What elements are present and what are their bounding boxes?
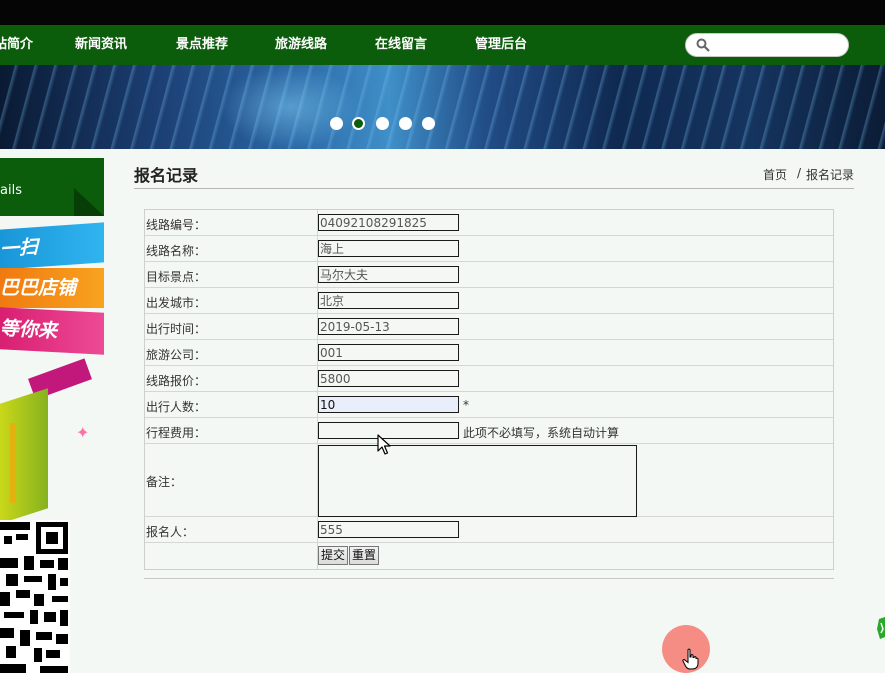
departure-city-label: 出发城市：: [146, 296, 207, 310]
search-icon[interactable]: [696, 38, 710, 52]
form-row-destination: 目标景点：: [145, 262, 833, 288]
breadcrumb-separator: /: [797, 166, 802, 180]
applicant-field[interactable]: [318, 521, 459, 538]
search-input[interactable]: [716, 36, 840, 54]
route-id-label: 线路编号：: [146, 218, 207, 232]
price-field[interactable]: [318, 370, 459, 387]
form-row-agency: 旅游公司：: [145, 340, 833, 366]
mouse-pointer-icon: [377, 434, 391, 455]
form-row-departure-city: 出发城市：: [145, 288, 833, 314]
route-name-label: 线路名称：: [146, 244, 207, 258]
form-row-travelers: 出行人数： *: [145, 392, 833, 418]
agency-field[interactable]: [318, 344, 459, 361]
sidebar-heading-fold: [74, 188, 104, 216]
sidebar-heading: ails: [0, 158, 104, 216]
travelers-label: 出行人数：: [146, 400, 207, 414]
page-title: 报名记录: [134, 166, 199, 185]
gift-box-icon: [0, 388, 48, 524]
nav-item-admin[interactable]: 管理后台: [475, 25, 527, 65]
form-row-applicant: 报名人：: [145, 517, 833, 543]
price-label: 线路报价：: [146, 374, 207, 388]
search-box[interactable]: [685, 33, 849, 57]
form-row-route-name: 线路名称：: [145, 236, 833, 262]
content-bottom-divider: [144, 578, 834, 579]
main-nav: 站简介 新闻资讯 景点推荐 旅游线路 在线留言 管理后台: [0, 25, 885, 65]
carousel-dot-2[interactable]: [352, 117, 365, 130]
cost-hint: 此项不必填写，系统自动计算: [463, 426, 620, 440]
breadcrumb-home[interactable]: 首页: [763, 166, 787, 183]
nav-item-attractions[interactable]: 景点推荐: [176, 25, 228, 65]
remark-textarea[interactable]: [318, 445, 637, 517]
form-row-route-id: 线路编号：: [145, 210, 833, 236]
travelers-field[interactable]: [318, 396, 459, 413]
destination-label: 目标景点：: [146, 270, 207, 284]
breadcrumb-current: 报名记录: [806, 168, 855, 182]
carousel-dot-4[interactable]: [399, 117, 412, 130]
banner-carousel: [0, 65, 885, 149]
form-row-travel-date: 出行时间：: [145, 314, 833, 340]
carousel-dot-1[interactable]: [330, 117, 343, 130]
banner-glow: [220, 65, 360, 149]
edge-widget-icon: [877, 617, 885, 639]
carousel-dot-5[interactable]: [422, 117, 435, 130]
registration-form: 线路编号： 线路名称： 目标景点： 出发城市： 出行时间： 旅游公司： 线路报价…: [144, 209, 834, 570]
travel-date-field[interactable]: [318, 318, 459, 335]
hand-pointer-icon: [682, 648, 699, 670]
promo-line-3: 等你来: [0, 307, 104, 355]
form-row-cost: 行程费用： 此项不必填写，系统自动计算: [145, 418, 833, 444]
nav-item-routes[interactable]: 旅游线路: [275, 25, 327, 65]
departure-city-field[interactable]: [318, 292, 459, 309]
agency-label: 旅游公司：: [146, 348, 207, 362]
applicant-label: 报名人：: [146, 525, 195, 539]
nav-item-news[interactable]: 新闻资讯: [75, 25, 127, 65]
route-name-field[interactable]: [318, 240, 459, 257]
gift-stripe: [10, 423, 16, 503]
travel-date-label: 出行时间：: [146, 322, 207, 336]
submit-button[interactable]: 提交: [318, 546, 349, 565]
form-row-actions: 提交 重置: [145, 543, 833, 569]
reset-button[interactable]: 重置: [349, 546, 380, 565]
promo-image: 一扫 巴巴店铺 等你来 ✦: [0, 218, 104, 524]
destination-field[interactable]: [318, 266, 459, 283]
nav-item-about[interactable]: 站简介: [0, 25, 33, 65]
route-id-field[interactable]: [318, 214, 459, 231]
carousel-dot-3[interactable]: [376, 117, 389, 130]
sidebar-heading-text: ails: [0, 183, 22, 198]
remark-label: 备注：: [146, 475, 183, 489]
qr-code-icon: [0, 520, 70, 673]
required-mark: *: [463, 398, 469, 412]
cost-label: 行程费用：: [146, 426, 207, 440]
nav-item-messages[interactable]: 在线留言: [375, 25, 427, 65]
form-row-price: 线路报价：: [145, 366, 833, 392]
title-divider: [134, 188, 854, 189]
star-icon: ✦: [76, 423, 90, 442]
promo-line-1: 一扫: [0, 222, 104, 270]
sidebar: ails 一扫 巴巴店铺 等你来 ✦: [0, 158, 104, 673]
top-black-bar: [0, 0, 885, 25]
promo-line-2: 巴巴店铺: [0, 268, 104, 308]
form-row-remark: 备注：: [145, 444, 833, 517]
